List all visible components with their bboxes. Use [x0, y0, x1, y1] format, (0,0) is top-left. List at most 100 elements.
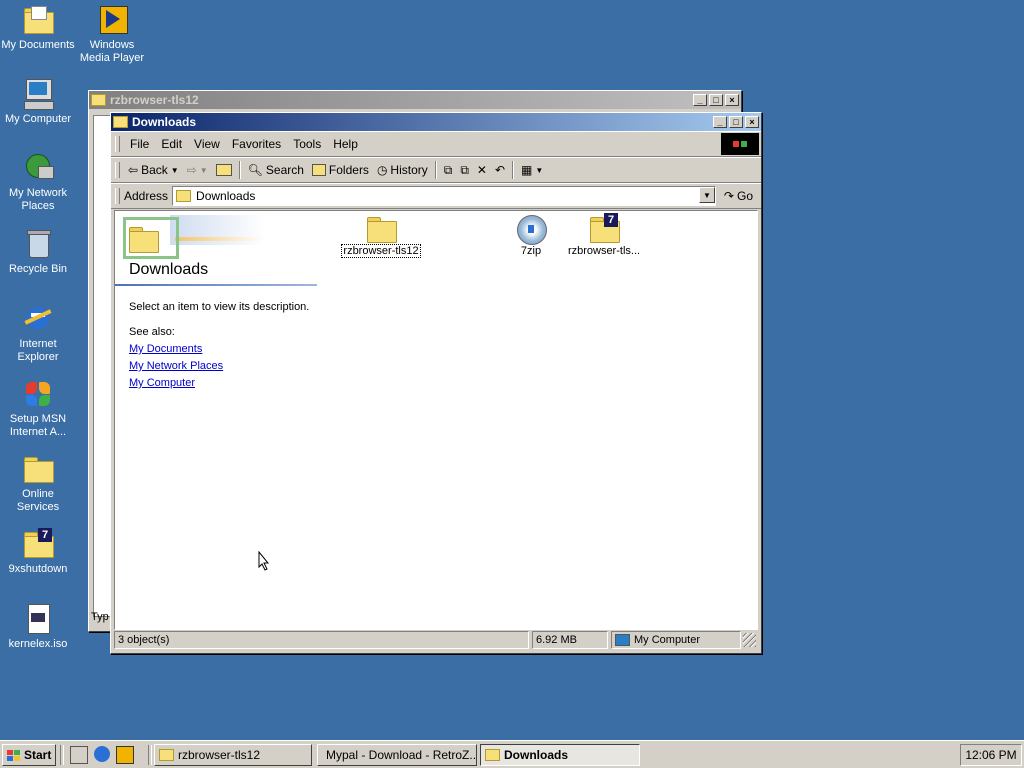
folders-label: Folders	[328, 163, 369, 177]
close-button[interactable]: ×	[745, 116, 759, 128]
desktop-icon-kernelex-iso[interactable]: kernelex.iso	[0, 603, 76, 651]
desktop-icon-online-services[interactable]: Online Services	[0, 453, 76, 514]
go-button[interactable]: ↷ Go	[720, 187, 757, 205]
views-button[interactable]: ▦ ▼	[517, 161, 547, 179]
address-bar: Address Downloads ▼ ↷ Go	[111, 183, 761, 209]
menu-help[interactable]: Help	[327, 135, 364, 153]
desktop-icon-label: Windows Media Player	[79, 39, 145, 64]
recycle-bin-icon	[22, 228, 54, 260]
up-folder-button[interactable]	[212, 162, 236, 178]
menu-view[interactable]: View	[188, 135, 226, 153]
downloads-window-titlebar[interactable]: Downloads _ □ ×	[111, 113, 761, 131]
close-button[interactable]: ×	[725, 94, 739, 106]
go-label: Go	[736, 189, 753, 203]
start-label: Start	[24, 748, 52, 762]
menu-tools[interactable]: Tools	[287, 135, 327, 153]
desktop-icon-label: My Computer	[4, 113, 72, 125]
taskbar-task-downloads[interactable]: Downloads	[480, 744, 640, 766]
quick-launch	[70, 746, 134, 764]
msn-butterfly-icon	[22, 378, 54, 410]
folder-icon	[176, 190, 192, 202]
desktop-icon-my-documents[interactable]: My Documents	[0, 4, 76, 52]
desktop-icon-label: Internet Explorer	[17, 338, 59, 363]
menu-favorites[interactable]: Favorites	[226, 135, 287, 153]
desktop-icon-9xshutdown[interactable]: 7 9xshutdown	[0, 528, 76, 576]
resize-grip[interactable]	[743, 633, 756, 647]
taskbar-task-mypal[interactable]: Mypal - Download - RetroZ...	[317, 744, 477, 766]
iso-file-icon	[22, 603, 54, 635]
desktop-icon-recycle-bin[interactable]: Recycle Bin	[0, 228, 76, 276]
background-window-status: Typ	[91, 611, 109, 623]
network-globe-icon	[22, 152, 54, 184]
taskbar-task-rzbrowser[interactable]: rzbrowser-tls12	[154, 744, 312, 766]
webview-panel: Downloads Select an item to view its des…	[115, 211, 320, 629]
desktop-icon-windows-media-player[interactable]: Windows Media Player	[74, 4, 150, 65]
toolbar-separator	[512, 161, 515, 179]
status-zone: My Computer	[611, 631, 741, 649]
delete-button[interactable]: ✕	[473, 161, 491, 179]
maximize-button[interactable]: □	[729, 116, 743, 128]
menu-grip[interactable]	[115, 136, 120, 152]
search-label: Search	[265, 163, 304, 177]
media-player-icon[interactable]	[116, 746, 134, 764]
move-to-button[interactable]: ⧉	[440, 161, 457, 180]
system-tray: 12:06 PM	[960, 744, 1022, 766]
task-label: Mypal - Download - RetroZ...	[326, 748, 477, 762]
mouse-cursor	[258, 550, 270, 574]
history-button[interactable]: ◷ History	[373, 161, 432, 179]
internet-explorer-icon	[22, 303, 54, 335]
menu-file[interactable]: File	[124, 135, 155, 153]
standard-toolbar: ⇦ Back ▼ ⇨ ▼ 🔍︎ Search Folders ◷ History…	[111, 157, 761, 183]
chevron-down-icon: ▼	[199, 165, 208, 175]
folder-icon	[485, 749, 500, 761]
forward-button[interactable]: ⇨ ▼	[183, 161, 212, 179]
downloads-window[interactable]: Downloads _ □ × File Edit View Favorites…	[110, 112, 762, 654]
file-item[interactable]: rzbrowser-tls12	[336, 213, 426, 258]
up-folder-icon	[215, 164, 232, 176]
internet-explorer-icon[interactable]	[94, 746, 110, 762]
webview-divider	[115, 284, 317, 286]
address-field[interactable]: Downloads ▼	[172, 186, 716, 206]
desktop-icon-label: Online Services	[16, 488, 60, 513]
copy-to-button[interactable]: ⧉	[456, 161, 473, 180]
link-my-computer[interactable]: My Computer	[129, 377, 195, 389]
folder-icon	[91, 94, 106, 106]
minimize-button[interactable]: _	[693, 94, 707, 106]
taskbar-separator	[60, 745, 64, 765]
back-button[interactable]: ⇦ Back ▼	[124, 161, 183, 179]
back-label: Back	[141, 163, 168, 177]
link-my-network-places[interactable]: My Network Places	[129, 360, 223, 372]
7zip-folder-icon: 7	[22, 528, 54, 560]
start-button[interactable]: Start	[2, 744, 56, 766]
address-value: Downloads	[196, 189, 256, 203]
folders-button[interactable]: Folders	[308, 161, 373, 179]
link-my-documents[interactable]: My Documents	[129, 343, 202, 355]
address-grip[interactable]	[115, 188, 120, 204]
undo-button[interactable]: ↶	[491, 161, 509, 179]
windows-logo-icon	[7, 749, 20, 761]
desktop-icon-setup-msn[interactable]: Setup MSN Internet A...	[0, 378, 76, 439]
clock[interactable]: 12:06 PM	[965, 748, 1016, 762]
window-title: Downloads	[132, 115, 197, 129]
desktop-icon-internet-explorer[interactable]: Internet Explorer	[0, 303, 76, 364]
search-button[interactable]: 🔍︎ Search	[244, 161, 308, 179]
windows-logo-icon	[721, 133, 759, 155]
menu-edit[interactable]: Edit	[155, 135, 188, 153]
background-window-titlebar[interactable]: rzbrowser-tls12 _ □ ×	[89, 91, 741, 109]
minimize-button[interactable]: _	[713, 116, 727, 128]
desktop-icon-label: 9xshutdown	[8, 563, 68, 575]
desktop-icon-my-network-places[interactable]: My Network Places	[0, 152, 76, 213]
file-item[interactable]: 7 rzbrowser-tls...	[559, 213, 649, 257]
show-desktop-icon[interactable]	[70, 746, 88, 764]
desktop-icon-my-computer[interactable]: My Computer	[0, 78, 76, 126]
folder-content-area[interactable]: Downloads Select an item to view its des…	[114, 210, 758, 630]
maximize-button[interactable]: □	[709, 94, 723, 106]
folder-icon	[159, 749, 174, 761]
desktop-icon-label: Recycle Bin	[8, 263, 68, 275]
chevron-down-icon: ▼	[170, 165, 179, 175]
address-dropdown-button[interactable]: ▼	[698, 187, 715, 203]
status-object-count: 3 object(s)	[114, 631, 529, 649]
toolbar-grip[interactable]	[115, 162, 120, 178]
computer-icon	[22, 78, 54, 110]
desktop-icon-label: kernelex.iso	[8, 638, 68, 650]
